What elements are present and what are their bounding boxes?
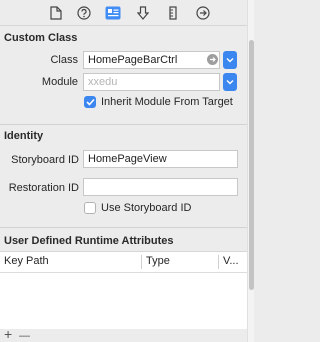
attributes-icon[interactable] [134, 4, 152, 22]
file-icon[interactable] [47, 4, 65, 22]
class-dropdown-button[interactable] [223, 51, 237, 69]
section-divider [0, 227, 254, 228]
identity-icon[interactable] [104, 4, 122, 22]
module-label: Module [41, 76, 78, 88]
table-bottom-bar: + — [0, 327, 247, 342]
inherit-module-checkbox[interactable] [84, 96, 96, 108]
restoration-id-field[interactable] [83, 178, 238, 196]
size-icon[interactable] [164, 4, 182, 22]
custom-class-title: Custom Class [4, 32, 78, 44]
class-label: Class [50, 54, 78, 66]
inspector-toolbar [0, 0, 254, 26]
use-storyboard-id-checkbox[interactable] [84, 202, 96, 214]
column-header-value[interactable]: V... [219, 252, 243, 272]
restoration-id-label: Restoration ID [8, 182, 79, 194]
storyboard-id-label: Storyboard ID [11, 154, 79, 166]
module-field[interactable]: xxedu [83, 73, 220, 91]
module-placeholder: xxedu [88, 76, 118, 88]
storyboard-id-field[interactable]: HomePageView [83, 150, 238, 168]
go-to-class-icon[interactable] [207, 54, 218, 65]
module-dropdown-button[interactable] [223, 73, 237, 91]
scrollbar-thumb[interactable] [249, 40, 254, 290]
section-divider [0, 124, 254, 125]
connections-icon[interactable] [194, 4, 212, 22]
chevron-down-icon [226, 80, 234, 85]
remove-attribute-button[interactable]: — [19, 329, 30, 342]
runtime-attributes-table[interactable]: Key Path Type V... [0, 251, 247, 329]
column-header-key-path[interactable]: Key Path [0, 252, 53, 272]
column-header-type[interactable]: Type [142, 252, 174, 272]
help-icon[interactable] [75, 4, 93, 22]
checkmark-icon [85, 98, 95, 106]
class-value: HomePageBarCtrl [88, 54, 178, 66]
runtime-attributes-title: User Defined Runtime Attributes [4, 235, 174, 247]
inspector-scrollbar[interactable] [247, 0, 254, 342]
chevron-down-icon [226, 58, 234, 63]
inherit-module-label: Inherit Module From Target [101, 96, 233, 108]
class-field[interactable]: HomePageBarCtrl [83, 51, 220, 69]
use-storyboard-id-label: Use Storyboard ID [101, 202, 192, 214]
identity-title: Identity [4, 130, 44, 142]
storyboard-id-value: HomePageView [88, 153, 167, 165]
add-attribute-button[interactable]: + [4, 327, 12, 341]
table-header-divider [0, 272, 247, 273]
